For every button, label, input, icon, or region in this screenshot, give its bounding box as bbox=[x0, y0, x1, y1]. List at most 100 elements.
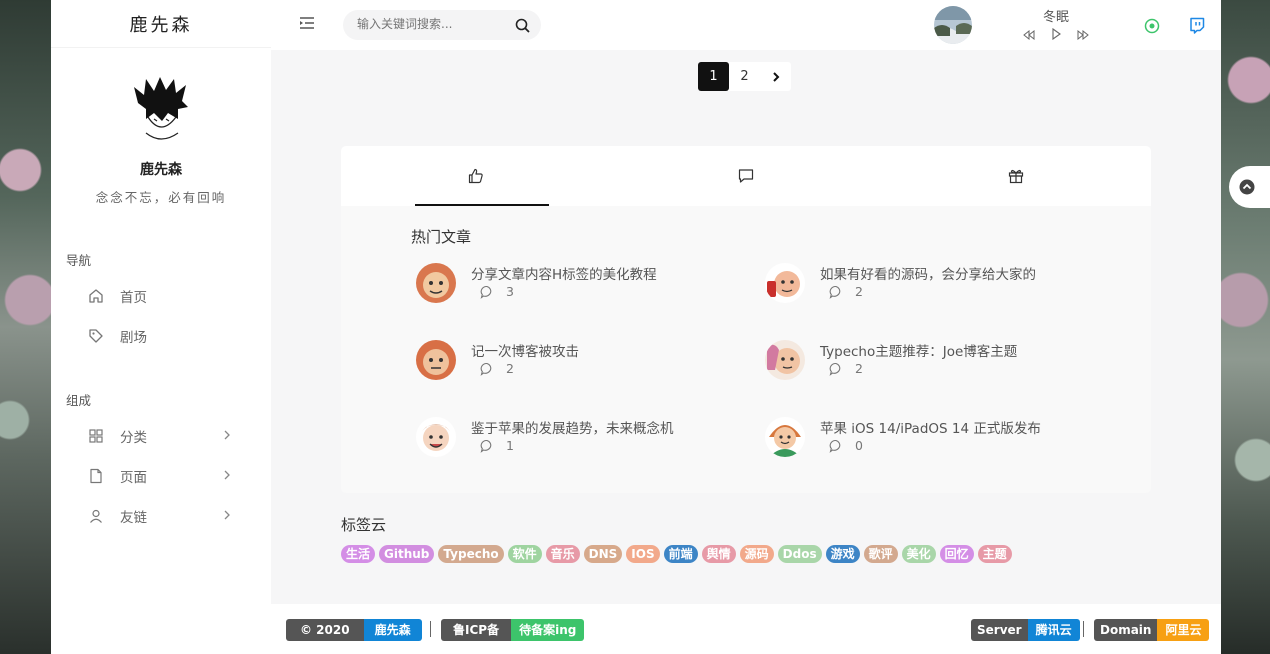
tag-chip[interactable]: DNS bbox=[583, 545, 623, 563]
post-thumbnail[interactable] bbox=[765, 263, 805, 303]
hot-post-item[interactable]: 记一次博客被攻击 2 bbox=[416, 338, 746, 382]
tag-chip[interactable]: Typecho bbox=[438, 545, 504, 563]
chevron-right-icon bbox=[772, 71, 779, 82]
sidebar-item-home[interactable]: 首页 bbox=[88, 284, 238, 308]
background-image-right bbox=[1221, 0, 1270, 654]
user-icon bbox=[88, 508, 104, 524]
hot-post-item[interactable]: 苹果 iOS 14/iPadOS 14 正式版发布 0 bbox=[765, 415, 1095, 459]
sidebar: 鹿先森 鹿先森 念念不忘，必有回响 导航 首页 剧场 组成 分类 页面 友链 bbox=[51, 0, 271, 654]
hot-post-item[interactable]: Typecho主题推荐：Joe博客主题 2 bbox=[765, 338, 1095, 382]
tab-gifts[interactable] bbox=[881, 146, 1151, 206]
sidebar-item-label: 分类 bbox=[120, 430, 147, 446]
home-icon bbox=[88, 288, 104, 304]
hot-post-item[interactable]: 分享文章内容H标签的美化教程 3 bbox=[416, 261, 746, 305]
sidebar-item-pages[interactable]: 页面 bbox=[88, 464, 238, 488]
post-comment-count: 2 bbox=[480, 361, 514, 376]
post-comment-count: 3 bbox=[480, 284, 514, 299]
twitch-icon[interactable] bbox=[1189, 17, 1205, 38]
post-comment-count: 1 bbox=[480, 438, 514, 453]
sidebar-item-category[interactable]: 分类 bbox=[88, 424, 238, 448]
tag-icon bbox=[88, 328, 104, 344]
tag-chip[interactable]: 源码 bbox=[739, 545, 774, 563]
search-icon[interactable] bbox=[515, 18, 530, 37]
chevron-right-icon bbox=[222, 428, 232, 446]
song-title: 冬眠 bbox=[1043, 10, 1070, 25]
post-title[interactable]: 如果有好看的源码，会分享给大家的 bbox=[820, 263, 1036, 283]
card-tabs bbox=[341, 146, 1151, 206]
play-icon[interactable] bbox=[1051, 27, 1061, 44]
next-track-icon[interactable] bbox=[1077, 29, 1089, 44]
post-comment-count: 2 bbox=[829, 284, 863, 299]
sidebar-item-label: 友链 bbox=[120, 510, 147, 526]
nav-section-title: 组成 bbox=[66, 393, 92, 408]
background-image-left bbox=[0, 0, 51, 654]
sidebar-item-theater[interactable]: 剧场 bbox=[88, 324, 238, 348]
avatar[interactable] bbox=[124, 73, 198, 147]
footer-divider bbox=[430, 621, 431, 637]
hot-articles-title: 热门文章 bbox=[411, 228, 472, 246]
motto: 念念不忘，必有回响 bbox=[95, 190, 227, 205]
search-box bbox=[343, 10, 541, 40]
tag-chip[interactable]: 美化 bbox=[901, 545, 936, 563]
post-thumbnail[interactable] bbox=[765, 340, 805, 380]
post-comment-count: 2 bbox=[829, 361, 863, 376]
tag-cloud: 生活 Github Typecho 软件 音乐 DNS IOS 前端 舆情 源码 Ddos 游戏 歌评美… bbox=[341, 545, 1012, 563]
page-button-1[interactable]: 1 bbox=[698, 62, 729, 91]
footer: © 2020 鹿先森 鲁ICP备 待备案ing Server 腾讯云 Domai… bbox=[271, 604, 1221, 654]
domain-badge[interactable]: Domain 阿里云 bbox=[1094, 619, 1210, 641]
tag-chip[interactable]: 回忆 bbox=[939, 545, 974, 563]
tag-chip[interactable]: 软件 bbox=[507, 545, 542, 563]
tag-chip[interactable]: 歌评 bbox=[863, 545, 898, 563]
pagination: 1 2 bbox=[698, 62, 791, 91]
tag-chip[interactable]: 前端 bbox=[663, 545, 698, 563]
comment-icon bbox=[480, 285, 492, 299]
post-thumbnail[interactable] bbox=[416, 417, 456, 457]
comment-icon bbox=[480, 439, 492, 453]
sidebar-item-label: 首页 bbox=[120, 290, 147, 306]
tab-hot[interactable] bbox=[341, 146, 611, 206]
menu-toggle-icon[interactable] bbox=[299, 15, 315, 35]
chevron-up-icon bbox=[1239, 179, 1255, 195]
tag-chip[interactable]: 舆情 bbox=[701, 545, 736, 563]
page-button-2[interactable]: 2 bbox=[729, 62, 760, 91]
tab-comments[interactable] bbox=[611, 146, 881, 206]
grid-icon bbox=[88, 428, 104, 444]
tag-chip[interactable]: Ddos bbox=[777, 545, 822, 563]
back-to-top-button[interactable] bbox=[1229, 166, 1270, 208]
post-comment-count: 0 bbox=[829, 438, 863, 453]
post-thumbnail[interactable] bbox=[416, 340, 456, 380]
site-logo[interactable]: 鹿先森 bbox=[51, 0, 271, 48]
post-title[interactable]: 苹果 iOS 14/iPadOS 14 正式版发布 bbox=[820, 417, 1041, 437]
post-title[interactable]: 鉴于苹果的发展趋势，未来概念机 bbox=[471, 417, 674, 437]
comment-icon bbox=[480, 362, 492, 376]
comment-icon bbox=[829, 285, 841, 299]
active-tab-indicator bbox=[415, 204, 549, 206]
hot-post-item[interactable]: 如果有好看的源码，会分享给大家的 2 bbox=[765, 261, 1095, 305]
sidebar-item-label: 剧场 bbox=[120, 330, 147, 346]
post-title[interactable]: 分享文章内容H标签的美化教程 bbox=[471, 263, 657, 283]
tag-chip[interactable]: 主题 bbox=[977, 545, 1012, 563]
sidebar-item-friends[interactable]: 友链 bbox=[88, 504, 238, 528]
gift-icon bbox=[1008, 169, 1024, 184]
post-title[interactable]: Typecho主题推荐：Joe博客主题 bbox=[820, 340, 1017, 360]
tag-cloud-title: 标签云 bbox=[341, 516, 387, 534]
tag-chip[interactable]: 游戏 bbox=[825, 545, 860, 563]
icp-badge[interactable]: 鲁ICP备 待备案ing bbox=[441, 619, 585, 641]
comment-icon bbox=[829, 362, 841, 376]
server-badge[interactable]: Server 腾讯云 bbox=[971, 619, 1080, 641]
prev-track-icon[interactable] bbox=[1023, 29, 1035, 44]
search-input[interactable] bbox=[357, 17, 507, 31]
tag-chip[interactable]: 音乐 bbox=[545, 545, 580, 563]
tag-chip[interactable]: Github bbox=[379, 545, 435, 563]
next-page-button[interactable] bbox=[760, 62, 791, 91]
tag-chip[interactable]: 生活 bbox=[341, 545, 376, 563]
post-title[interactable]: 记一次博客被攻击 bbox=[471, 340, 579, 360]
copyright-badge[interactable]: © 2020 鹿先森 bbox=[286, 619, 422, 641]
tag-chip[interactable]: IOS bbox=[626, 545, 660, 563]
hot-post-item[interactable]: 鉴于苹果的发展趋势，未来概念机 1 bbox=[416, 415, 746, 459]
album-cover[interactable] bbox=[934, 6, 972, 44]
post-thumbnail[interactable] bbox=[416, 263, 456, 303]
post-thumbnail[interactable] bbox=[765, 417, 805, 457]
record-icon[interactable] bbox=[1144, 18, 1160, 38]
top-bar: 冬眠 bbox=[271, 0, 1221, 50]
